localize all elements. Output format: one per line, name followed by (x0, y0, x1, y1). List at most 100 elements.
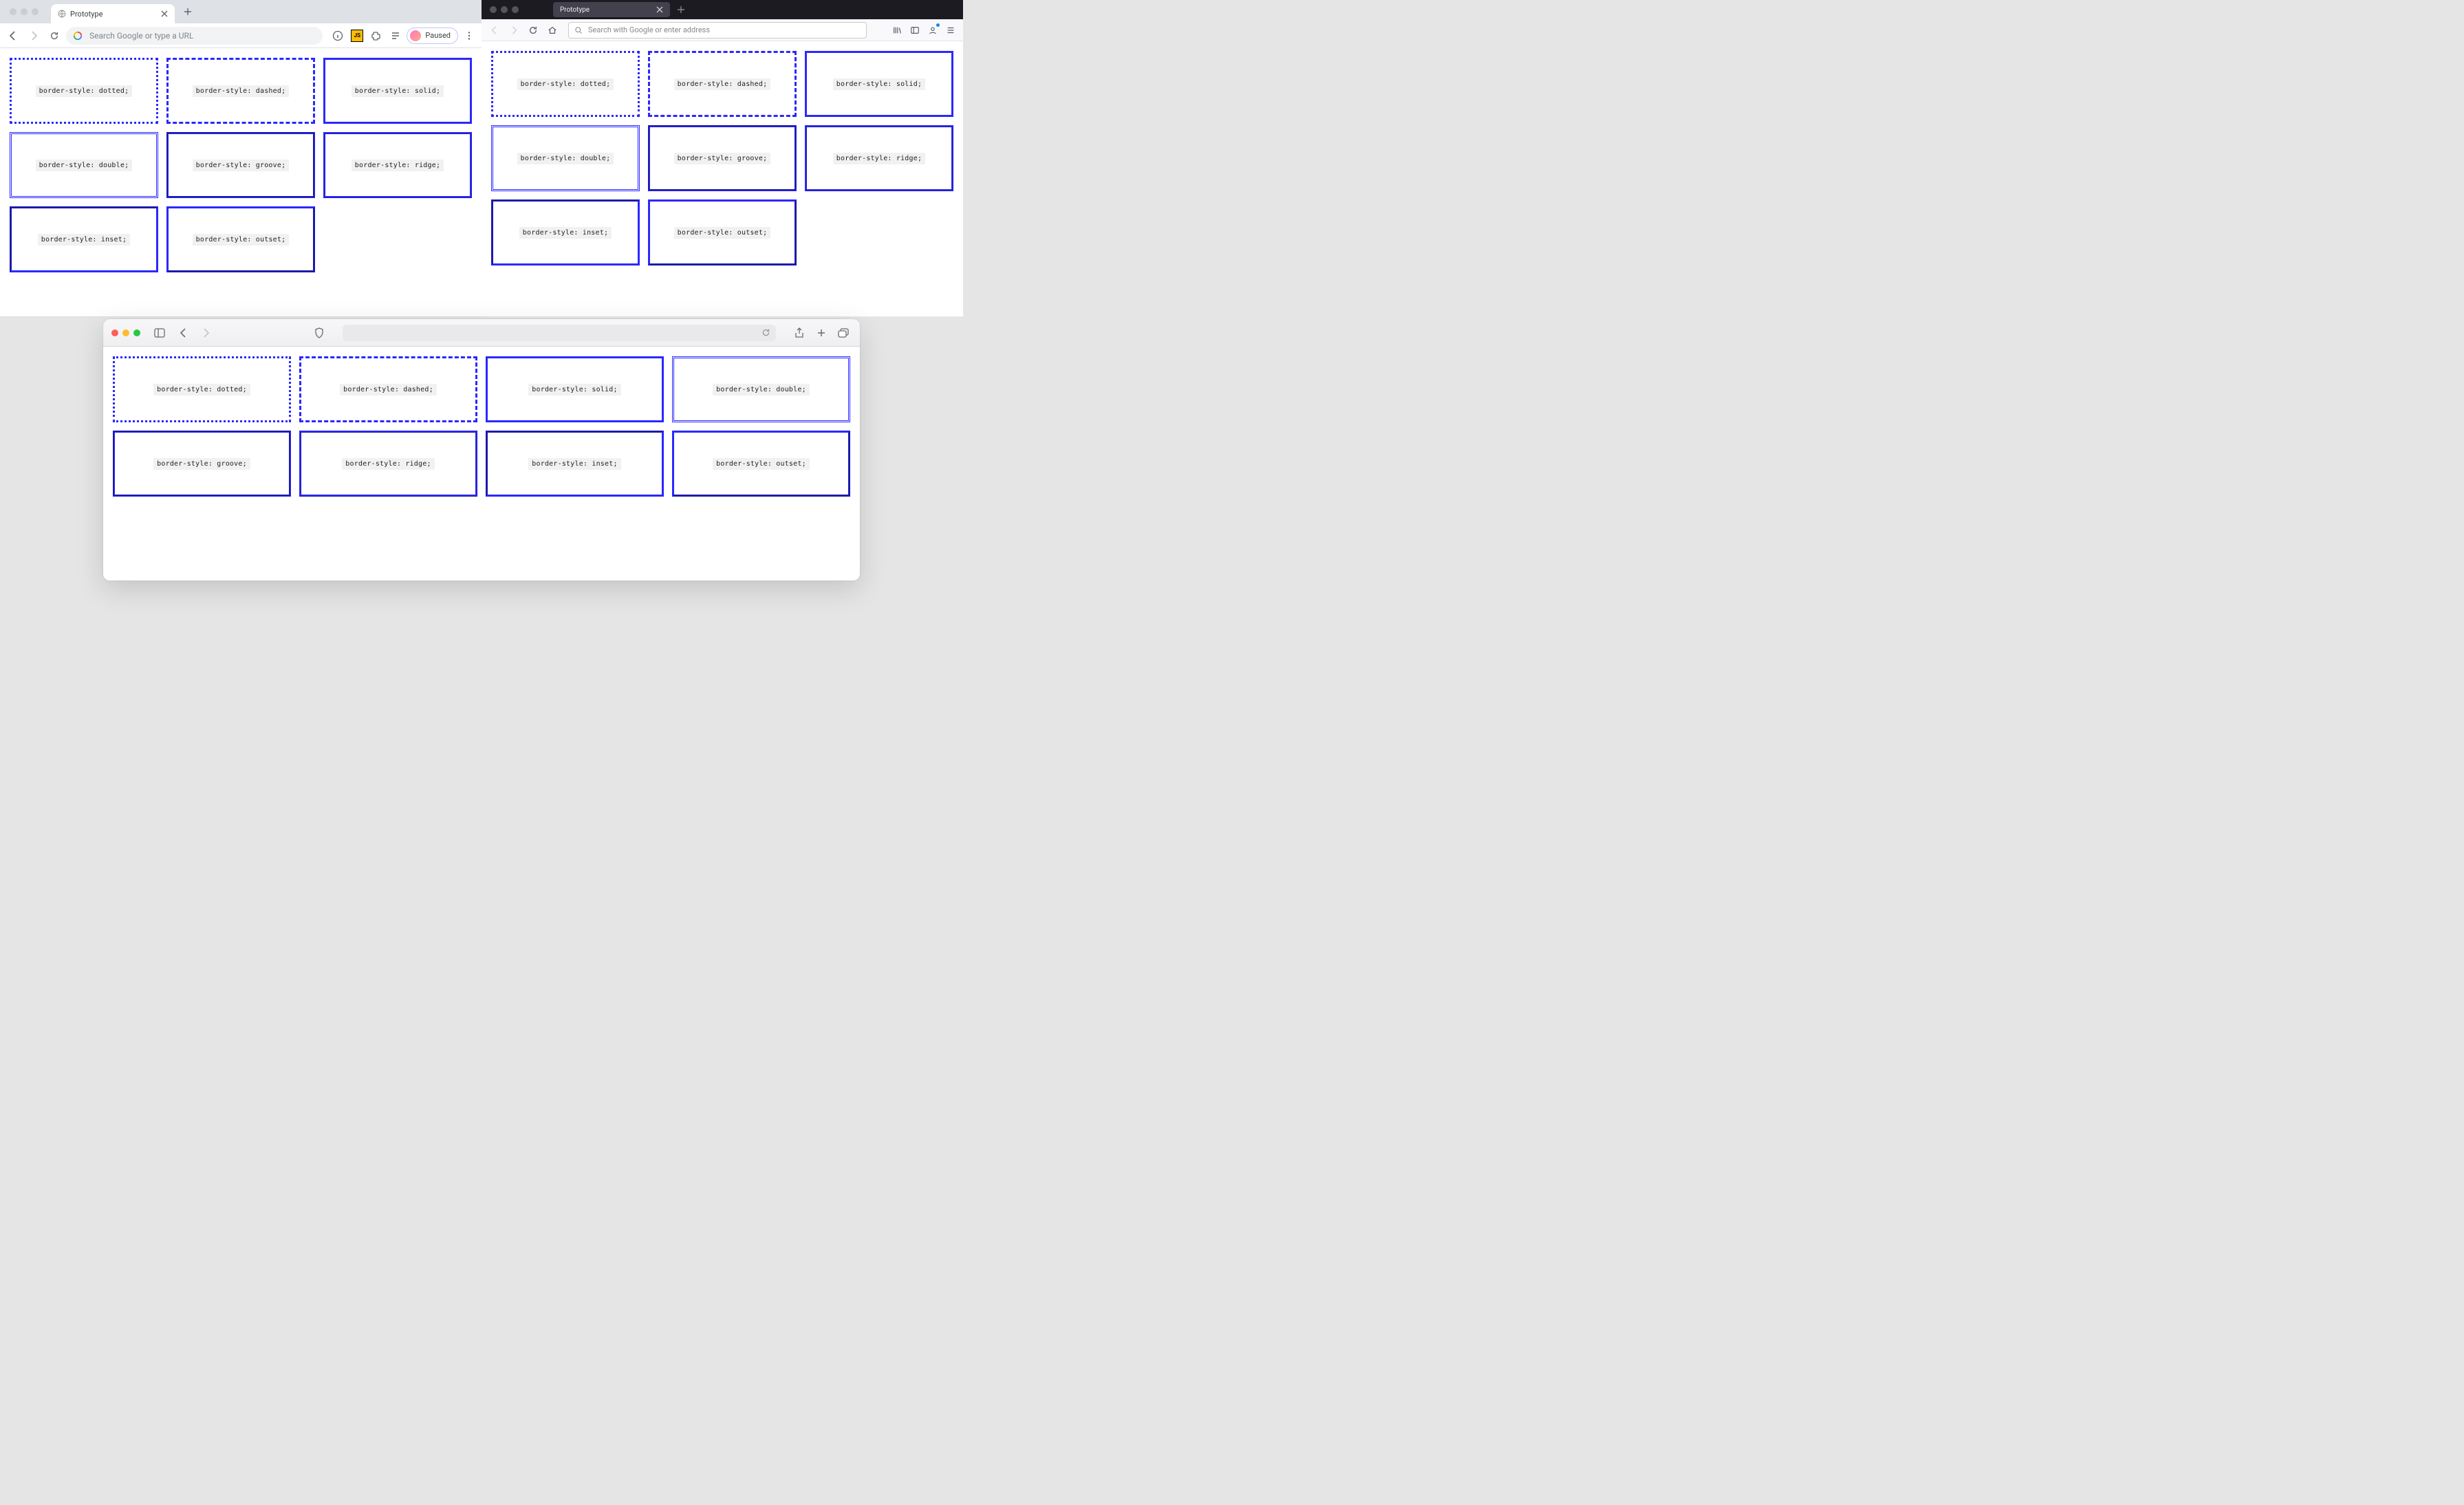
window-close-icon[interactable] (10, 8, 17, 15)
window-controls (111, 329, 140, 336)
css-label: border-style: solid; (528, 384, 620, 396)
hamburger-icon (946, 25, 955, 35)
arrow-left-icon (490, 25, 499, 35)
forward-button[interactable] (505, 21, 523, 39)
demo-card-solid: border-style: solid; (323, 58, 472, 124)
window-zoom-icon[interactable] (512, 6, 519, 13)
extension-js-button[interactable]: JS (349, 28, 365, 44)
shield-icon (314, 327, 324, 338)
demo-card-ridge: border-style: ridge; (299, 431, 477, 497)
css-label: border-style: dotted; (517, 78, 614, 90)
sidebar-icon (154, 328, 165, 338)
app-menu-button[interactable] (942, 22, 959, 39)
css-label: border-style: dotted; (36, 85, 133, 97)
share-button[interactable] (791, 325, 808, 341)
forward-button[interactable] (198, 325, 215, 341)
demo-card-double: border-style: double; (10, 132, 158, 198)
library-icon (892, 25, 902, 35)
extensions-button[interactable] (368, 28, 385, 44)
reload-button[interactable] (45, 27, 63, 45)
chevron-left-icon (180, 328, 186, 338)
forward-button[interactable] (25, 27, 43, 45)
page-info-button[interactable] (329, 28, 346, 44)
account-button[interactable] (925, 22, 941, 39)
info-icon (332, 30, 343, 41)
demo-card-ridge: border-style: ridge; (805, 125, 953, 191)
toolbar-right (791, 325, 852, 341)
tab-close-icon[interactable] (656, 6, 663, 13)
new-tab-button[interactable] (673, 1, 689, 18)
urlbar-placeholder: Search with Google or enter address (588, 25, 710, 34)
demo-card-solid: border-style: solid; (486, 356, 664, 422)
demo-card-inset: border-style: inset; (491, 199, 640, 266)
back-button[interactable] (4, 27, 22, 45)
demo-card-groove: border-style: groove; (166, 132, 315, 198)
new-tab-button[interactable] (179, 3, 197, 21)
omnibox-placeholder: Search Google or type a URL (89, 31, 193, 41)
plus-icon (817, 328, 826, 338)
safari-toolbar (103, 319, 860, 347)
css-label: border-style: outset; (674, 227, 771, 239)
demo-card-double: border-style: double; (672, 356, 850, 422)
demo-card-solid: border-style: solid; (805, 51, 953, 117)
firefox-tabstrip: Prototype (482, 0, 963, 19)
window-minimize-icon[interactable] (122, 329, 129, 336)
reload-button[interactable] (524, 21, 542, 39)
share-icon (795, 327, 804, 338)
css-label: border-style: ridge; (833, 153, 925, 164)
window-zoom-icon[interactable] (133, 329, 140, 336)
browser-tab[interactable]: Prototype (51, 4, 175, 23)
urlbar[interactable]: Search with Google or enter address (568, 22, 867, 39)
tab-close-icon[interactable] (161, 10, 168, 17)
home-button[interactable] (543, 21, 561, 39)
css-label: border-style: double; (36, 160, 133, 171)
js-badge-icon: JS (351, 30, 363, 42)
css-label: border-style: inset; (38, 234, 130, 246)
window-zoom-icon[interactable] (32, 8, 39, 15)
arrow-left-icon (8, 30, 19, 41)
reading-list-button[interactable] (387, 28, 404, 44)
demo-card-dashed: border-style: dashed; (166, 58, 315, 124)
google-search-icon (73, 31, 83, 41)
library-button[interactable] (889, 22, 905, 39)
omnibox[interactable]: Search Google or type a URL (66, 27, 323, 45)
privacy-report-button[interactable] (311, 325, 327, 341)
sidebar-button[interactable] (907, 22, 923, 39)
css-label: border-style: double; (713, 384, 810, 396)
profile-chip[interactable]: Paused (407, 28, 458, 44)
demo-card-inset: border-style: inset; (10, 206, 158, 272)
back-button[interactable] (175, 325, 191, 341)
plus-icon (677, 6, 685, 14)
demo-card-outset: border-style: outset; (166, 206, 315, 272)
sidebar-button[interactable] (151, 325, 168, 341)
safari-window: border-style: dotted; border-style: dash… (103, 319, 860, 581)
new-tab-button[interactable] (813, 325, 830, 341)
css-label: border-style: outset; (193, 234, 290, 246)
window-minimize-icon[interactable] (21, 8, 28, 15)
readinglist-icon (390, 30, 401, 41)
reload-icon (50, 31, 59, 41)
css-label: border-style: groove; (193, 160, 290, 171)
demo-card-outset: border-style: outset; (672, 431, 850, 497)
chrome-window: Prototype Search Google or type a URL (0, 0, 482, 316)
css-label: border-style: dashed; (340, 384, 437, 396)
browser-tab[interactable]: Prototype (553, 2, 670, 17)
toolbar-right: JS Paused (329, 28, 477, 44)
reload-icon[interactable] (761, 328, 770, 337)
safari-urlbar[interactable] (343, 325, 776, 341)
back-button[interactable] (486, 21, 504, 39)
more-vertical-icon (464, 31, 474, 41)
window-close-icon[interactable] (111, 329, 118, 336)
border-demo-grid: border-style: dotted; border-style: dash… (10, 58, 472, 272)
tab-overview-button[interactable] (835, 325, 852, 341)
tab-title: Prototype (560, 6, 652, 14)
home-icon (548, 25, 557, 35)
chrome-menu-button[interactable] (461, 28, 477, 44)
demo-card-dashed: border-style: dashed; (299, 356, 477, 422)
toolbar-right (889, 22, 959, 39)
demo-card-inset: border-style: inset; (486, 431, 664, 497)
window-minimize-icon[interactable] (501, 6, 508, 13)
window-close-icon[interactable] (490, 6, 497, 13)
plus-icon (184, 8, 192, 16)
arrow-right-icon (28, 30, 39, 41)
